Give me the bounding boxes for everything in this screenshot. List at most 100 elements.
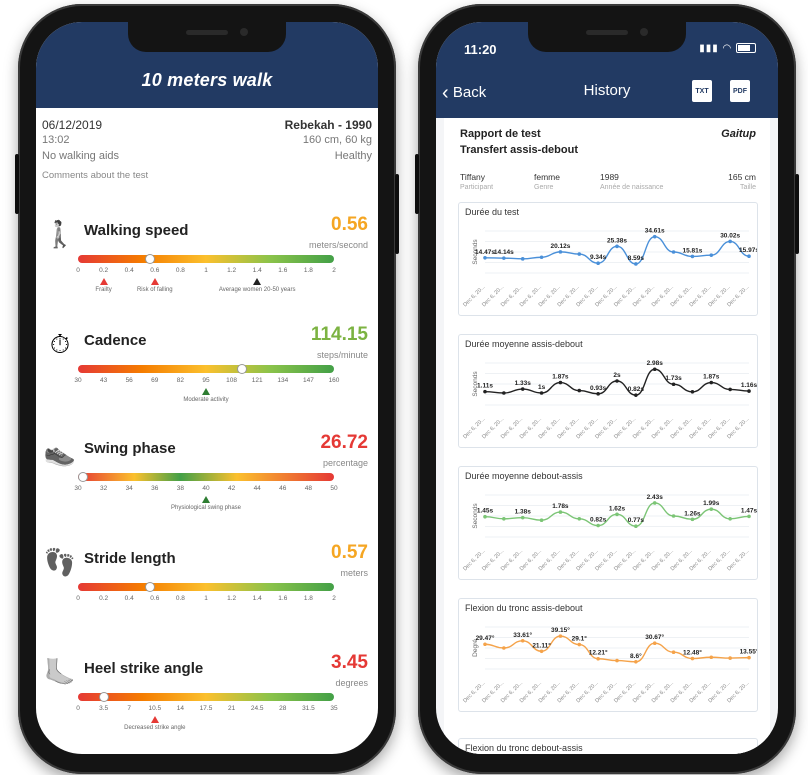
report-document[interactable]: Rapport de test Transfert assis-debout G… [444, 118, 770, 754]
data-point[interactable] [709, 253, 714, 257]
data-point[interactable] [615, 658, 619, 663]
data-point[interactable] [558, 510, 563, 514]
data-point[interactable] [577, 517, 582, 521]
data-point[interactable] [483, 256, 487, 260]
data-point[interactable] [634, 393, 638, 397]
walking-aids: No walking aids [42, 150, 120, 162]
data-point[interactable] [539, 518, 544, 522]
data-point[interactable] [577, 388, 582, 393]
data-point[interactable] [652, 234, 657, 239]
battery-icon [736, 43, 756, 54]
metric-stride-length[interactable]: 👣 Stride length 0.57 meters 0 0.2 0.4 0.6 0.8 1 1.… [36, 540, 378, 648]
data-point[interactable] [671, 514, 676, 518]
phone-left: 10 meters walk 06/12/2019 13:02 No walki… [15, 4, 399, 774]
data-point[interactable] [690, 254, 695, 259]
report-title: Rapport de test [460, 128, 541, 140]
metric-heel-strike-angle[interactable]: 🦶 Heel strike angle 3.45 degrees 0 3.5 7 10.5 14… [36, 650, 378, 754]
data-point[interactable] [728, 517, 732, 521]
metric-value: 3.45 [331, 652, 368, 673]
gender-label: Genre [534, 184, 554, 191]
data-point[interactable] [671, 382, 676, 387]
data-point[interactable] [502, 391, 506, 395]
metric-walking-speed[interactable]: 🚶 Walking speed 0.56 meters/second 0 0.2 0.4 0.… [36, 212, 378, 320]
metric-value: 0.57 [331, 542, 368, 563]
tick-label: 0.4 [124, 267, 134, 274]
metric-swing-phase[interactable]: 👟 Swing phase 26.72 percentage 30 32 34 36 38 40 4… [36, 430, 378, 538]
data-point[interactable] [596, 656, 600, 661]
tick-label: 0.8 [175, 267, 185, 274]
data-point[interactable] [652, 501, 657, 505]
data-point[interactable] [728, 239, 732, 244]
data-point[interactable] [728, 387, 732, 392]
tick-label: 42 [227, 485, 236, 492]
comments[interactable]: Comments about the test [42, 170, 152, 181]
data-point[interactable] [690, 390, 695, 394]
metric-value: 26.72 [320, 432, 368, 453]
threshold-label: Average women 20-50 years [218, 287, 296, 293]
pdf-export-button[interactable]: PDF [730, 80, 750, 102]
data-point[interactable] [558, 634, 563, 638]
data-point[interactable] [671, 250, 676, 254]
tick-label: 30 [74, 485, 82, 492]
data-point[interactable] [747, 655, 751, 660]
data-point[interactable] [502, 256, 506, 260]
data-point[interactable] [539, 255, 544, 260]
data-point[interactable] [520, 387, 525, 391]
data-point[interactable] [558, 380, 563, 385]
data-point[interactable] [483, 514, 487, 519]
height-label: Taille [740, 184, 756, 191]
data-point[interactable] [502, 517, 506, 521]
data-point[interactable] [539, 391, 544, 395]
data-point[interactable] [615, 379, 619, 383]
data-point[interactable] [596, 261, 600, 265]
data-point[interactable] [615, 512, 619, 517]
data-point[interactable] [520, 638, 525, 643]
chart-card-0: Durée du test Seconds 14.47s Dec 6, 20... 14… [458, 202, 758, 316]
threshold-label: Physiological swing phase [170, 505, 242, 511]
data-point[interactable] [577, 642, 582, 647]
value-indicator [236, 364, 247, 374]
data-point[interactable] [709, 655, 714, 660]
data-point[interactable] [709, 380, 714, 385]
data-point[interactable] [747, 389, 751, 393]
metric-unit: degrees [335, 678, 368, 688]
data-point[interactable] [483, 642, 487, 647]
data-point[interactable] [577, 252, 582, 256]
txt-export-button[interactable]: TXT [692, 80, 712, 102]
data-point[interactable] [652, 641, 657, 646]
scale-bar [78, 364, 334, 374]
data-point[interactable] [634, 262, 638, 266]
chart-title: Durée moyenne assis-debout [465, 339, 583, 349]
y-axis-label: Seconds [472, 503, 479, 529]
data-point[interactable] [747, 514, 751, 519]
data-point[interactable] [709, 507, 714, 511]
threshold-label: Decreased strike angle [124, 725, 186, 731]
tick-label: 1.6 [278, 267, 288, 274]
metric-cadence[interactable]: ⏱ Cadence 114.15 steps/minute 30 43 56 69 82 95 10… [36, 322, 378, 430]
data-point[interactable] [634, 659, 638, 664]
data-point[interactable] [558, 250, 563, 254]
data-point[interactable] [596, 392, 600, 396]
data-point[interactable] [520, 257, 525, 261]
data-point[interactable] [483, 389, 487, 394]
data-point[interactable] [728, 656, 732, 660]
participant-birth-year: 1989 [600, 172, 619, 182]
data-point[interactable] [615, 244, 619, 249]
data-point[interactable] [747, 254, 751, 259]
data-point[interactable] [634, 524, 638, 529]
data-label: 12.21° [589, 649, 608, 657]
data-label: 15.97s [739, 247, 757, 254]
data-point[interactable] [520, 515, 525, 520]
data-point[interactable] [690, 517, 695, 522]
data-point[interactable] [652, 367, 657, 372]
data-point[interactable] [690, 656, 695, 661]
data-point[interactable] [671, 650, 676, 654]
data-point[interactable] [596, 523, 600, 528]
data-label: 1.78s [552, 503, 569, 510]
metric-label: Heel strike angle [84, 660, 204, 677]
metric-unit: meters [340, 568, 368, 578]
data-point[interactable] [539, 649, 544, 654]
data-point[interactable] [502, 646, 506, 650]
tick-label: 31.5 [302, 705, 315, 712]
chart-title: Durée moyenne debout-assis [465, 471, 583, 481]
